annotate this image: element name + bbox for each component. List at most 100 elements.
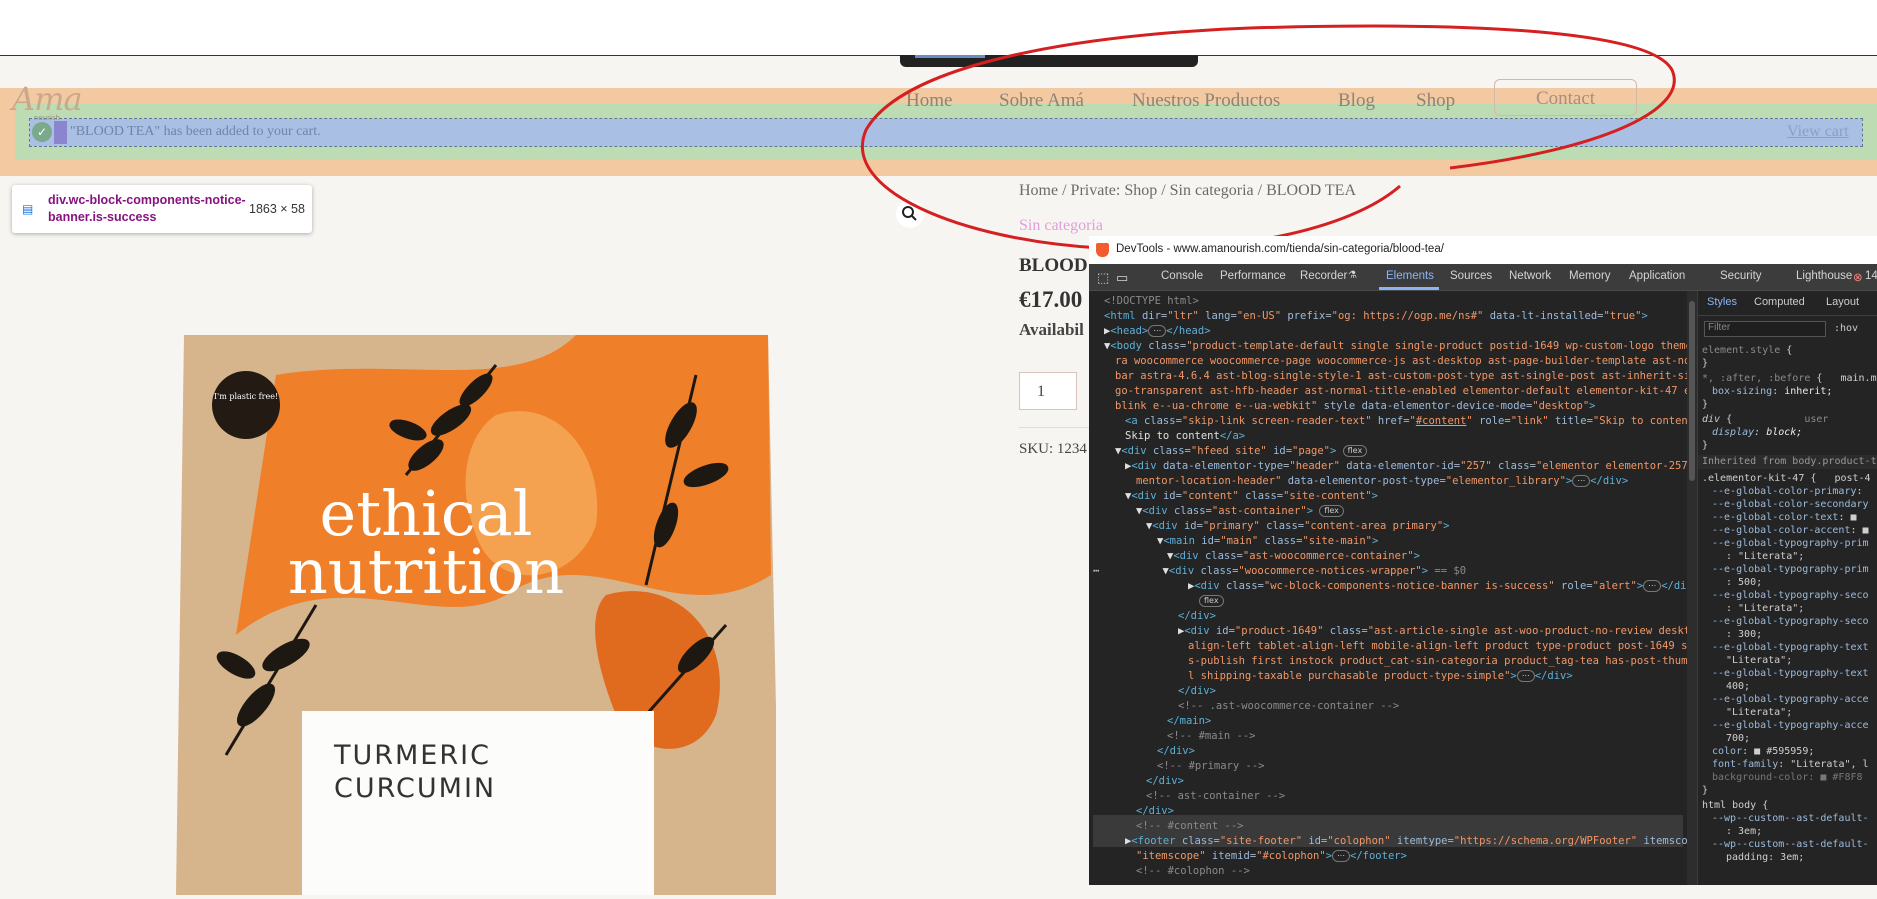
dom-line[interactable]: ▼<div id="content" class="site-content"> (1125, 490, 1378, 502)
styles-filter-input[interactable]: Filter (1704, 321, 1826, 337)
tab-memory[interactable]: Memory (1569, 270, 1611, 282)
dom-line[interactable]: <html dir="ltr" lang="en-US" prefix="og:… (1104, 310, 1648, 322)
dom-line[interactable]: align-left tablet-align-left mobile-alig… (1188, 640, 1687, 652)
quantity-input[interactable]: 1 (1019, 372, 1077, 410)
product-price: €17.00 (1019, 287, 1083, 312)
style-rule: } (1702, 358, 1709, 369)
active-tab-indicator (1379, 287, 1439, 290)
style-rule: --wp--custom--ast-default- (1712, 839, 1869, 850)
browser-overlay-pill (900, 55, 1198, 67)
styles-tabbar: Styles Computed Layout (1698, 291, 1877, 316)
tab-elements[interactable]: Elements (1386, 270, 1434, 282)
dom-line[interactable]: flex (1199, 595, 1224, 607)
tab-sources[interactable]: Sources (1450, 270, 1492, 282)
tooltip-dimensions: 1863 × 58 (249, 202, 305, 216)
dom-line[interactable]: </div> (1178, 610, 1216, 622)
dom-line[interactable]: s-publish first instock product_cat-sin-… (1188, 655, 1687, 667)
dom-line[interactable]: </div> (1178, 685, 1216, 697)
dom-line[interactable]: <!-- #main --> (1167, 730, 1256, 742)
style-rule: : "Literata"; (1726, 603, 1805, 614)
dom-line[interactable]: ▶<div id="product-1649" class="ast-artic… (1178, 625, 1687, 637)
dom-line[interactable]: ▼<body class="product-template-default s… (1104, 340, 1687, 352)
nav-nuestros-productos[interactable]: Nuestros Productos (1132, 90, 1280, 112)
view-cart-link[interactable]: View cart (1787, 123, 1849, 141)
style-rule: display: block; (1712, 427, 1803, 438)
dom-line[interactable]: ra woocommerce woocommerce-page woocomme… (1115, 355, 1687, 367)
tab-security[interactable]: Security (1720, 270, 1762, 282)
dom-line[interactable]: <!-- #content --> (1136, 820, 1243, 832)
inherited-label: Inherited from body.product-tem (1702, 456, 1877, 467)
style-rule: --wp--custom--ast-default- (1712, 813, 1869, 824)
dom-line[interactable]: mentor-location-header" data-elementor-p… (1136, 475, 1628, 487)
tab-network[interactable]: Network (1509, 270, 1551, 282)
dom-line-selected[interactable]: ▶<div class="wc-block-components-notice-… (1188, 580, 1687, 592)
style-rule: : 300; (1726, 629, 1763, 640)
hov-toggle[interactable]: :hov (1834, 323, 1858, 334)
error-count[interactable]: 14 (1865, 270, 1877, 282)
dom-line[interactable]: <!-- #primary --> (1157, 760, 1264, 772)
breadcrumb[interactable]: Home / Private: Shop / Sin categoria / B… (1019, 182, 1356, 200)
dom-line[interactable]: bar astra-4.6.4 ast-blog-single-style-1 … (1115, 370, 1687, 382)
dom-line[interactable]: <!-- .ast-woocommerce-container --> (1178, 700, 1399, 712)
nav-shop[interactable]: Shop (1416, 90, 1455, 112)
devtools-window: DevTools - www.amanourish.com/tienda/sin… (1089, 236, 1877, 885)
dom-line[interactable]: </div> (1146, 775, 1184, 787)
tab-lighthouse[interactable]: Lighthouse (1796, 270, 1852, 282)
dom-line[interactable]: ▼<div class="ast-woocommerce-container"> (1167, 550, 1420, 562)
dom-line[interactable]: ▼<div class="hfeed site" id="page"> flex (1115, 445, 1368, 457)
browser-top-area (0, 0, 1877, 56)
nav-blog[interactable]: Blog (1338, 90, 1375, 112)
dom-line[interactable]: ▼<div class="ast-container"> flex (1136, 505, 1344, 517)
dom-line[interactable]: <!DOCTYPE html> (1104, 295, 1199, 307)
nav-sobre-ama[interactable]: Sobre Amá (999, 90, 1084, 112)
device-toolbar-icon[interactable]: ▭ (1116, 270, 1128, 286)
dom-line[interactable]: ▶<footer class="site-footer" id="colopho… (1125, 835, 1687, 847)
dom-line[interactable]: </main> (1167, 715, 1211, 727)
product-image[interactable]: I'm plastic free! ethical nutrition TURM… (176, 335, 780, 899)
dom-line[interactable]: ▶<head> ⋯ </head> (1104, 325, 1211, 337)
devtools-title: DevTools - www.amanourish.com/tienda/sin… (1116, 243, 1444, 255)
dom-line[interactable]: "itemscope" itemid="#colophon"> ⋯ </footer… (1136, 850, 1407, 862)
dom-line[interactable]: go-transparent ast-hfb-header ast-normal… (1115, 385, 1687, 397)
dom-line[interactable]: Skip to content</a> (1125, 430, 1245, 442)
bag-label-line1: TURMERIC (333, 740, 491, 771)
style-rule: 700; (1726, 733, 1751, 744)
tab-computed[interactable]: Computed (1754, 296, 1805, 308)
dom-line[interactable]: ▼<main id="main" class="site-main"> (1157, 535, 1378, 547)
product-category[interactable]: Sin categoria (1019, 217, 1103, 235)
tab-performance[interactable]: Performance (1220, 270, 1286, 282)
error-icon[interactable]: ⊗ (1853, 270, 1863, 284)
bag-label-line2: CURCUMIN (334, 773, 496, 804)
style-rule: } (1702, 440, 1709, 451)
site-logo[interactable]: Ama (12, 80, 83, 118)
inspector-gap-marker (54, 121, 67, 144)
dom-line[interactable]: </div> (1136, 805, 1174, 817)
search-icon[interactable] (896, 200, 924, 228)
style-rule: : "Literata"; (1726, 551, 1805, 562)
dom-line[interactable]: ▼<div id="primary" class="content-area p… (1146, 520, 1450, 532)
elements-scrollbar[interactable] (1687, 291, 1697, 885)
tab-application[interactable]: Application (1629, 270, 1685, 282)
dom-line[interactable]: ▶<div data-elementor-type="header" data-… (1125, 460, 1687, 472)
dom-line[interactable]: <!-- #colophon --> (1136, 865, 1250, 877)
dom-line[interactable]: ⋯ ▼<div class="woocommerce-notices-wrapp… (1093, 565, 1466, 577)
dom-line[interactable]: <!-- ast-container --> (1146, 790, 1285, 802)
dom-line[interactable]: <a class="skip-link screen-reader-text" … (1125, 415, 1687, 427)
style-rule: --e-global-color-primary: (1712, 486, 1863, 497)
inspect-element-icon[interactable]: ⬚ (1097, 270, 1109, 286)
bag-brand-line2: nutrition (288, 535, 564, 608)
styles-panel: Styles Computed Layout Filter :hov eleme… (1697, 291, 1877, 885)
dom-line[interactable]: </div> (1157, 745, 1195, 757)
tab-layout[interactable]: Layout (1826, 296, 1859, 308)
inspector-tooltip: ▤ div.wc-block-components-notice-banner.… (12, 185, 312, 233)
flex-layout-icon: ▤ (22, 202, 34, 216)
dom-line[interactable]: l shipping-taxable purchasable product-t… (1188, 670, 1573, 682)
dom-line[interactable]: blink e--ua-chrome e--ua-webkit" style d… (1115, 400, 1596, 412)
nav-home[interactable]: Home (906, 90, 952, 112)
contact-button[interactable]: Contact (1494, 79, 1637, 116)
tab-recorder[interactable]: Recorder (1300, 270, 1347, 282)
style-rule: --e-global-typography-seco (1712, 590, 1869, 601)
tab-styles[interactable]: Styles (1707, 296, 1737, 308)
style-rule: padding: 3em; (1726, 852, 1805, 863)
tab-console[interactable]: Console (1161, 270, 1203, 282)
